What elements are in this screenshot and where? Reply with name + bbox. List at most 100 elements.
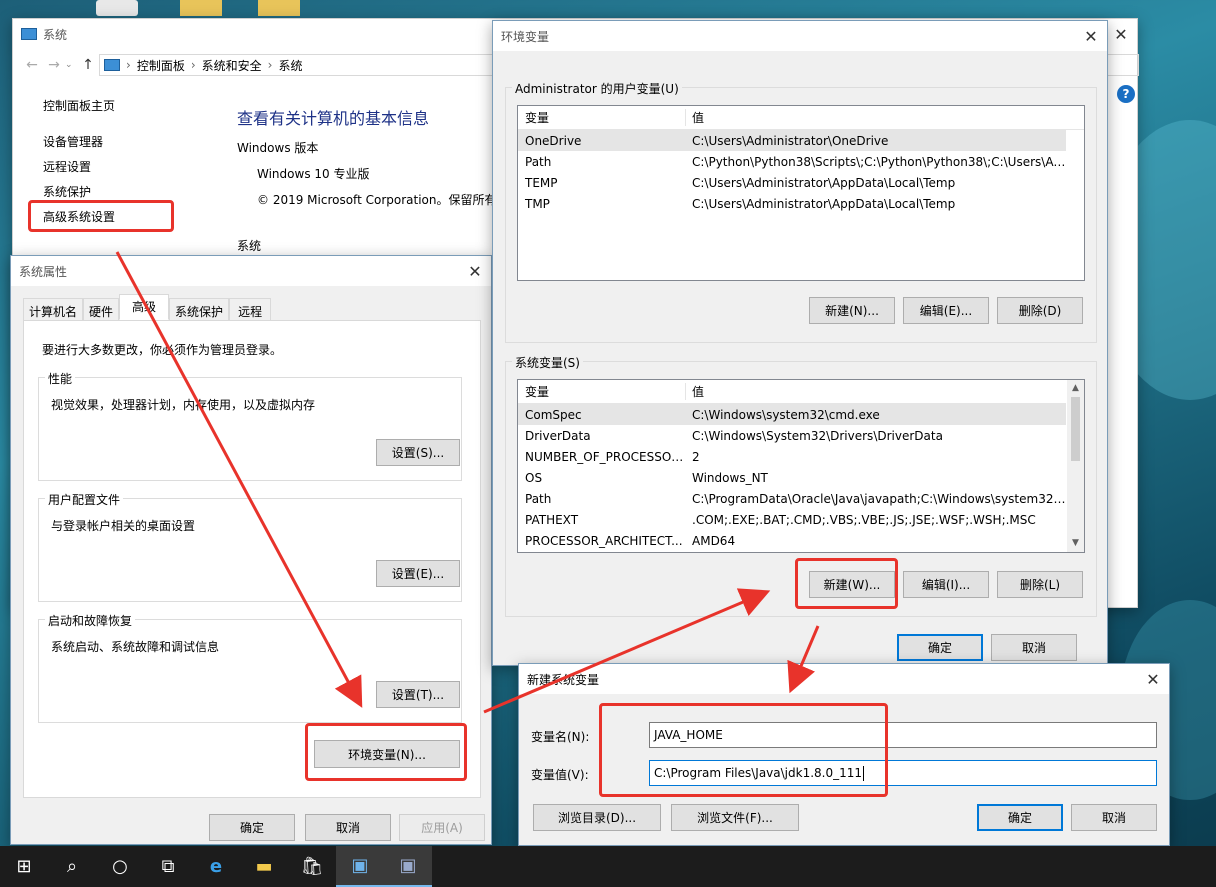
performance-settings-button[interactable]: 设置(S)...	[376, 439, 460, 466]
startup-recovery-legend: 启动和故障恢复	[45, 612, 136, 629]
sidebar-item-device-manager[interactable]: 设备管理器	[43, 133, 223, 158]
performance-desc: 视觉效果，处理器计划，内存使用，以及虚拟内存	[51, 398, 316, 412]
user-profiles-legend: 用户配置文件	[45, 491, 124, 508]
ok-button[interactable]: 确定	[209, 814, 295, 841]
close-icon[interactable]: ✕	[459, 256, 491, 286]
desktop-icon[interactable]	[258, 0, 300, 16]
help-icon[interactable]: ?	[1117, 85, 1135, 103]
back-arrow-icon[interactable]: ←	[21, 57, 43, 73]
variable-name: PROCESSOR_ARCHITECT...	[525, 533, 683, 548]
tab-remote[interactable]: 远程	[229, 298, 272, 320]
up-arrow-icon[interactable]: ↑	[77, 57, 99, 73]
sidebar-item-home[interactable]: 控制面板主页	[43, 97, 223, 117]
envvars-title: 环境变量	[501, 29, 550, 44]
table-row[interactable]: PATHEXT .COM;.EXE;.BAT;.CMD;.VBS;.VBE;.J…	[518, 509, 1066, 530]
windows-version-label: Windows 版本	[237, 141, 319, 155]
desktop-icon[interactable]	[180, 0, 222, 16]
system-edit-button[interactable]: 编辑(I)...	[903, 571, 989, 598]
close-icon[interactable]: ✕	[1137, 664, 1169, 694]
apply-button[interactable]: 应用(A)	[399, 814, 485, 841]
forward-arrow-icon[interactable]: →	[43, 57, 65, 73]
user-edit-button[interactable]: 编辑(E)...	[903, 297, 989, 324]
edge-icon[interactable]: e	[192, 846, 240, 887]
tab-advanced[interactable]: 高级	[119, 294, 170, 320]
envvars-cancel-button[interactable]: 取消	[991, 634, 1077, 661]
browse-file-button[interactable]: 浏览文件(F)...	[671, 804, 799, 831]
user-profiles-desc: 与登录帐户相关的桌面设置	[51, 519, 196, 533]
breadcrumb-item[interactable]: 系统	[278, 57, 302, 74]
variable-value: C:\Users\Administrator\OneDrive	[692, 133, 889, 148]
copyright: © 2019 Microsoft Corporation。保留所有	[257, 193, 497, 207]
table-row[interactable]: OS Windows_NT	[518, 467, 1066, 488]
tab-hardware[interactable]: 硬件	[83, 298, 120, 320]
user-delete-button[interactable]: 删除(D)	[997, 297, 1083, 324]
variable-value: Windows_NT	[692, 470, 768, 485]
table-row[interactable]: Path C:\ProgramData\Oracle\Java\javapath…	[518, 488, 1066, 509]
variable-value: C:\Windows\system32\cmd.exe	[692, 407, 880, 422]
user-variables-list[interactable]: 变量 值 OneDrive C:\Users\Administrator\One…	[517, 105, 1085, 281]
admin-note: 要进行大多数更改，你必须作为管理员登录。	[42, 343, 283, 357]
system-delete-button[interactable]: 删除(L)	[997, 571, 1083, 598]
envvars-titlebar: 环境变量 ✕	[493, 21, 1107, 51]
variable-value: 2	[692, 449, 700, 464]
tab-computer-name[interactable]: 计算机名	[23, 298, 84, 320]
startup-recovery-settings-button[interactable]: 设置(T)...	[376, 681, 460, 708]
browse-directory-button[interactable]: 浏览目录(D)...	[533, 804, 661, 831]
table-row[interactable]: DriverData C:\Windows\System32\Drivers\D…	[518, 425, 1066, 446]
variable-name: ComSpec	[525, 407, 582, 422]
store-icon[interactable]: 🛍	[288, 846, 336, 887]
taskbar: ⊞ ⌕ ○ ⧉ e ▬ 🛍 ▣ ▣	[0, 846, 1216, 887]
user-new-button[interactable]: 新建(N)...	[809, 297, 895, 324]
control-panel-taskbar-icon[interactable]: ▣	[336, 846, 384, 887]
recent-icon[interactable]: ⌄	[65, 60, 77, 70]
file-explorer-icon[interactable]: ▬	[240, 846, 288, 887]
scroll-thumb[interactable]	[1071, 397, 1080, 461]
column-header-variable[interactable]: 变量	[518, 109, 686, 126]
variable-name: OneDrive	[525, 133, 582, 148]
close-icon[interactable]: ✕	[1075, 21, 1107, 51]
variable-value: C:\Users\Administrator\AppData\Local\Tem…	[692, 196, 956, 211]
column-header-variable[interactable]: 变量	[518, 383, 686, 400]
system-variables-list[interactable]: 变量 值 ComSpec C:\Windows\system32\cmd.exe…	[517, 379, 1085, 553]
desktop-icon[interactable]	[96, 0, 138, 16]
task-view-icon[interactable]: ⧉	[144, 846, 192, 887]
breadcrumb-item[interactable]: 系统和安全	[202, 57, 262, 74]
table-row[interactable]: TEMP C:\Users\Administrator\AppData\Loca…	[518, 172, 1066, 193]
vertical-scrollbar[interactable]: ▲ ▼	[1067, 380, 1084, 552]
windows-edition: Windows 10 专业版	[257, 167, 370, 181]
envvars-ok-button[interactable]: 确定	[897, 634, 983, 661]
variable-value: .COM;.EXE;.BAT;.CMD;.VBS;.VBE;.JS;.JSE;.…	[692, 512, 1036, 527]
variable-value: C:\ProgramData\Oracle\Java\javapath;C:\W…	[692, 491, 1066, 506]
table-row[interactable]: PROCESSOR_ARCHITECT... AMD64	[518, 530, 1066, 551]
system-section-label: 系统	[237, 239, 262, 253]
highlight-system-new-button	[795, 558, 898, 609]
table-row[interactable]: NUMBER_OF_PROCESSORS 2	[518, 446, 1066, 467]
scroll-up-icon[interactable]: ▲	[1067, 380, 1084, 397]
cancel-button[interactable]: 取消	[305, 814, 391, 841]
variable-value: C:\Python\Python38\Scripts\;C:\Python\Py…	[692, 154, 1066, 169]
breadcrumb-item[interactable]: 控制面板	[137, 57, 185, 74]
page-title: 查看有关计算机的基本信息	[237, 109, 430, 128]
tab-system-protection[interactable]: 系统保护	[169, 298, 230, 320]
column-header-value[interactable]: 值	[686, 109, 1084, 126]
table-row[interactable]: OneDrive C:\Users\Administrator\OneDrive	[518, 130, 1066, 151]
sidebar-item-remote[interactable]: 远程设置	[43, 158, 223, 183]
scroll-down-icon[interactable]: ▼	[1067, 535, 1084, 552]
start-windows-icon[interactable]: ⊞	[0, 846, 48, 887]
table-row[interactable]: Path C:\Python\Python38\Scripts\;C:\Pyth…	[518, 151, 1066, 172]
cortana-circle-icon[interactable]: ○	[96, 846, 144, 887]
column-header-value[interactable]: 值	[686, 383, 1066, 400]
table-row[interactable]: TMP C:\Users\Administrator\AppData\Local…	[518, 193, 1066, 214]
newvar-cancel-button[interactable]: 取消	[1071, 804, 1157, 831]
user-profiles-settings-button[interactable]: 设置(E)...	[376, 560, 460, 587]
sysprops-titlebar: 系统属性 ✕	[11, 256, 491, 286]
close-icon[interactable]: ✕	[1105, 19, 1137, 49]
performance-legend: 性能	[45, 370, 76, 387]
variable-value: C:\Users\Administrator\AppData\Local\Tem…	[692, 175, 956, 190]
table-row[interactable]: ComSpec C:\Windows\system32\cmd.exe	[518, 404, 1066, 425]
newvar-ok-button[interactable]: 确定	[977, 804, 1063, 831]
variable-name: DriverData	[525, 428, 591, 443]
search-icon[interactable]: ⌕	[48, 846, 96, 887]
highlight-advanced-settings	[28, 200, 174, 232]
system-properties-taskbar-icon[interactable]: ▣	[384, 846, 432, 887]
